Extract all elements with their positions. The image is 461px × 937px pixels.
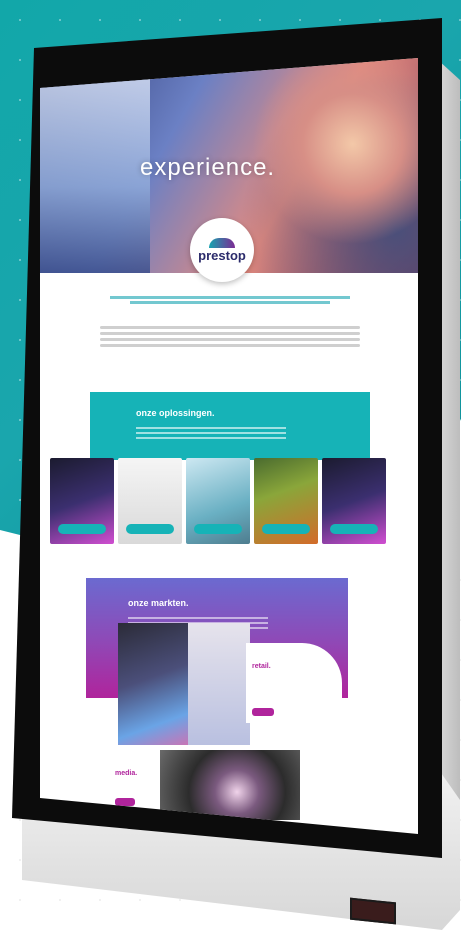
tile-button — [262, 524, 310, 534]
tile-button — [126, 524, 174, 534]
kiosk-screen: experience. prestop onze oplossingen. on… — [40, 58, 418, 834]
solution-tile — [50, 458, 114, 544]
solutions-title: onze oplossingen. — [136, 408, 215, 418]
solution-tile — [322, 458, 386, 544]
markets-title: onze markten. — [128, 598, 189, 608]
intro-text — [80, 294, 380, 306]
card-reader — [350, 897, 396, 925]
read-more-link — [205, 358, 206, 364]
logo-mark-icon — [209, 237, 235, 248]
solution-tile — [254, 458, 318, 544]
media-photo — [160, 750, 300, 820]
retail-title: retail. — [252, 663, 271, 670]
media-button — [115, 798, 135, 806]
hero-title: experience. — [140, 154, 276, 181]
retail-button — [252, 708, 274, 716]
solutions-text — [136, 424, 286, 442]
tile-button — [194, 524, 242, 534]
media-title: media. — [115, 770, 138, 777]
solution-tile — [186, 458, 250, 544]
tile-button — [330, 524, 378, 534]
solution-tile — [118, 458, 182, 544]
logo-text: prestop — [198, 247, 246, 263]
retail-photo-right — [188, 623, 250, 745]
prestop-logo: prestop — [190, 218, 254, 282]
intro-paragraph — [100, 323, 360, 350]
solution-tiles — [50, 458, 418, 550]
tile-button — [58, 524, 106, 534]
